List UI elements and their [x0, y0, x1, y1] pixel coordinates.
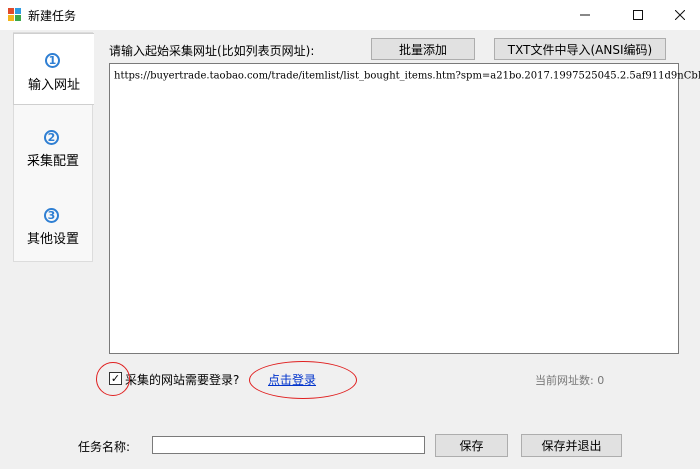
step-navigation: 1 输入网址 2 采集配置 3 其他设置 [13, 32, 94, 265]
url-count-label: 当前网址数: 0 [535, 374, 605, 387]
annotation-circle-login [249, 361, 357, 399]
step-label: 其他设置 [26, 232, 79, 247]
step-input-url[interactable]: 1 输入网址 [13, 33, 94, 105]
step-label: 采集配置 [26, 154, 79, 169]
step-number-3: 3 [44, 208, 59, 223]
minimize-icon [580, 14, 590, 16]
task-name-label: 任务名称: [78, 440, 131, 454]
title-bar: 新建任务 [0, 0, 700, 30]
login-required-label: 采集的网站需要登录? [125, 373, 240, 387]
close-icon [675, 10, 685, 20]
maximize-icon [633, 10, 643, 20]
batch-add-button[interactable]: 批量添加 [371, 38, 475, 60]
window-title: 新建任务 [28, 9, 77, 23]
minimize-button[interactable] [562, 0, 608, 30]
step-number-1: 1 [45, 53, 60, 68]
step-label: 输入网址 [27, 78, 80, 93]
app-icon [8, 8, 22, 22]
step-other-settings[interactable]: 3 其他设置 [13, 195, 93, 265]
save-button[interactable]: 保存 [435, 434, 508, 457]
save-exit-button[interactable]: 保存并退出 [521, 434, 622, 457]
task-name-input[interactable] [152, 436, 425, 454]
import-txt-button[interactable]: TXT文件中导入(ANSI编码) [494, 38, 666, 60]
step-collect-config[interactable]: 2 采集配置 [13, 117, 93, 187]
url-value: https://buyertrade.taobao.com/trade/item… [114, 70, 700, 82]
url-input-label: 请输入起始采集网址(比如列表页网址): [109, 44, 315, 58]
close-button[interactable] [657, 0, 700, 30]
maximize-button[interactable] [615, 0, 661, 30]
step-number-2: 2 [44, 130, 59, 145]
annotation-circle-checkbox [96, 362, 130, 396]
url-textarea[interactable]: https://buyertrade.taobao.com/trade/item… [109, 63, 700, 354]
